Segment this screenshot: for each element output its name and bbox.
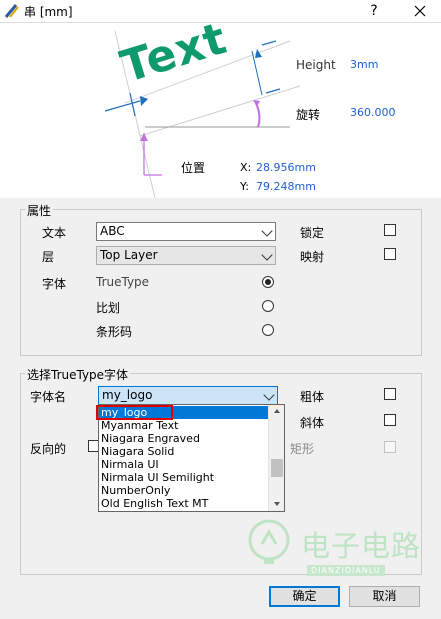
y-value: 79.248mm <box>256 180 316 193</box>
font-option-stroke-radio[interactable] <box>262 300 274 312</box>
layer-combobox[interactable]: Top Layer <box>96 246 276 265</box>
scrollbar-thumb[interactable] <box>271 459 283 477</box>
preview-panel: Text Height 3mm 旋转 360.000 位置 X: 28.956m… <box>0 13 441 198</box>
layer-value: Top Layer <box>100 248 158 262</box>
rotation-label: 旋转 <box>296 108 321 122</box>
y-label: Y: <box>240 180 249 193</box>
text-combobox[interactable]: ABC <box>96 222 276 241</box>
cancel-button[interactable]: 取消 <box>349 586 420 607</box>
fontname-value: my_logo <box>102 388 153 402</box>
title-bar: 串 [mm] ? <box>0 0 441 23</box>
close-button[interactable] <box>406 1 434 21</box>
height-label: Height <box>296 58 336 72</box>
close-icon <box>414 5 426 17</box>
help-button[interactable]: ? <box>360 1 388 21</box>
truetype-group-title: 选择TrueType字体 <box>25 366 131 383</box>
watermark-subtext: DIANZIDIANLU <box>307 565 385 576</box>
inverted-label: 反向的 <box>30 442 67 456</box>
dropdown-scrollbar[interactable] <box>268 405 284 511</box>
watermark-text: 电子电路 <box>301 529 422 563</box>
scroll-up-icon[interactable] <box>274 409 280 413</box>
app-icon <box>4 4 19 18</box>
font-list-item[interactable]: Nirmala UI <box>101 458 159 471</box>
font-option-barcode-label: 条形码 <box>96 325 133 339</box>
italic-checkbox[interactable] <box>384 414 396 426</box>
font-list-item[interactable]: NumberOnly <box>101 484 170 497</box>
font-list-item[interactable]: Niagara Solid <box>101 445 174 458</box>
lock-checkbox[interactable] <box>384 224 396 236</box>
properties-group-title: 属性 <box>25 202 54 219</box>
font-option-truetype-radio[interactable] <box>262 276 274 288</box>
font-list-item[interactable]: Nirmala UI Semilight <box>101 471 214 484</box>
fontname-label: 字体名 <box>30 390 67 404</box>
height-value: 3mm <box>350 58 379 71</box>
chevron-down-icon <box>261 225 273 237</box>
x-label: X: <box>240 161 252 174</box>
lock-label: 锁定 <box>300 226 325 240</box>
font-list-item[interactable]: Niagara Engraved <box>101 432 200 445</box>
font-option-barcode-radio[interactable] <box>262 324 274 336</box>
chevron-down-icon <box>263 389 275 401</box>
layer-label: 层 <box>42 250 55 264</box>
font-dropdown-list[interactable]: my_logo Myanmar Text Niagara Engraved Ni… <box>98 404 285 512</box>
bold-checkbox[interactable] <box>384 388 396 400</box>
ok-button[interactable]: 确定 <box>269 586 340 607</box>
mirror-checkbox[interactable] <box>384 248 396 260</box>
font-list-item[interactable]: Old English Text MT <box>101 497 208 510</box>
rotation-value: 360.000 <box>350 106 396 119</box>
inverted-rect-checkbox <box>384 441 396 453</box>
watermark-bulb-icon <box>248 519 290 564</box>
x-value: 28.956mm <box>256 161 316 174</box>
position-label: 位置 <box>181 161 206 175</box>
font-option-stroke-label: 比划 <box>96 301 121 315</box>
text-label: 文本 <box>42 226 67 240</box>
font-list-item[interactable]: Myanmar Text <box>101 419 178 432</box>
mirror-label: 映射 <box>300 250 325 264</box>
inverted-rect-label: 矩形 <box>290 442 315 456</box>
text-value: ABC <box>100 224 125 238</box>
italic-label: 斜体 <box>300 416 325 430</box>
font-option-truetype-label: TrueType <box>96 275 150 289</box>
window-title: 串 [mm] <box>24 5 73 19</box>
chevron-down-icon <box>261 249 273 261</box>
highlight-annotation <box>96 405 173 420</box>
scroll-down-icon[interactable] <box>274 502 280 506</box>
bold-label: 粗体 <box>300 390 325 404</box>
fontname-combobox[interactable]: my_logo <box>98 386 278 405</box>
font-label: 字体 <box>42 277 67 291</box>
